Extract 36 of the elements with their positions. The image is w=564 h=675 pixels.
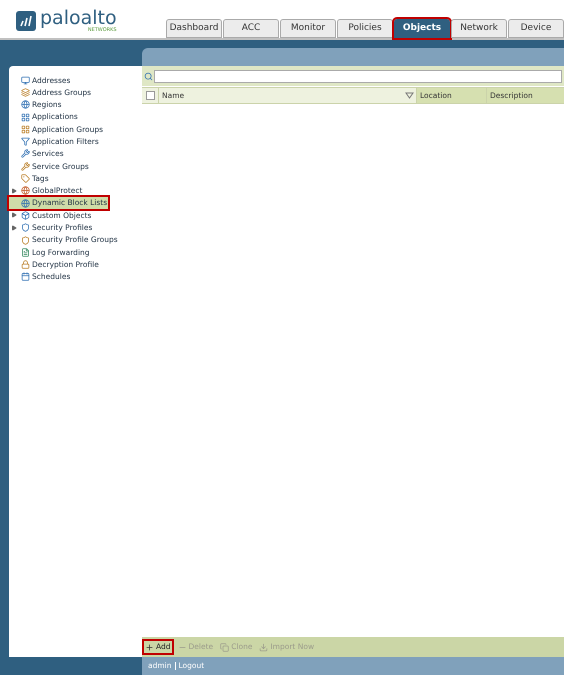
download-icon — [259, 642, 268, 652]
nav-tab[interactable]: Policies — [337, 19, 393, 38]
logo-icon — [16, 11, 36, 31]
shield-icon — [21, 236, 30, 244]
grid-icon — [21, 124, 30, 134]
layers-icon — [21, 88, 30, 97]
search-field[interactable] — [154, 70, 562, 82]
globe-icon — [21, 100, 30, 110]
wrench-icon — [21, 149, 30, 158]
checkbox[interactable] — [146, 91, 154, 100]
nav-tab[interactable]: Network — [451, 19, 507, 38]
wrench-icon — [21, 162, 30, 171]
expand-arrow-icon[interactable] — [11, 212, 17, 218]
calendar-icon — [21, 272, 30, 282]
copy-icon — [220, 642, 230, 652]
expand-arrow-icon[interactable] — [11, 188, 17, 194]
box-icon — [21, 210, 30, 220]
filter-icon — [21, 137, 30, 146]
tag-icon — [21, 174, 30, 184]
nav-tab[interactable]: Dashboard — [166, 19, 222, 38]
search-icon — [144, 72, 153, 80]
logo-text: paloalto — [40, 9, 117, 28]
lock-icon — [21, 260, 30, 270]
globe-icon — [21, 186, 30, 196]
nav-tab[interactable]: Device — [508, 19, 564, 38]
nav-tab[interactable]: ACC — [223, 19, 279, 38]
expand-arrow-icon[interactable] — [11, 224, 17, 231]
grid-icon — [21, 112, 30, 122]
plus-icon — [145, 642, 154, 652]
document-icon — [21, 248, 30, 257]
nav-tab[interactable]: Objects — [394, 19, 450, 38]
monitor-icon — [21, 76, 30, 85]
sort-arrow-icon[interactable] — [405, 92, 414, 99]
nav-tab[interactable]: Monitor — [280, 19, 336, 38]
globe-icon — [21, 198, 30, 208]
shield-icon — [21, 223, 30, 232]
